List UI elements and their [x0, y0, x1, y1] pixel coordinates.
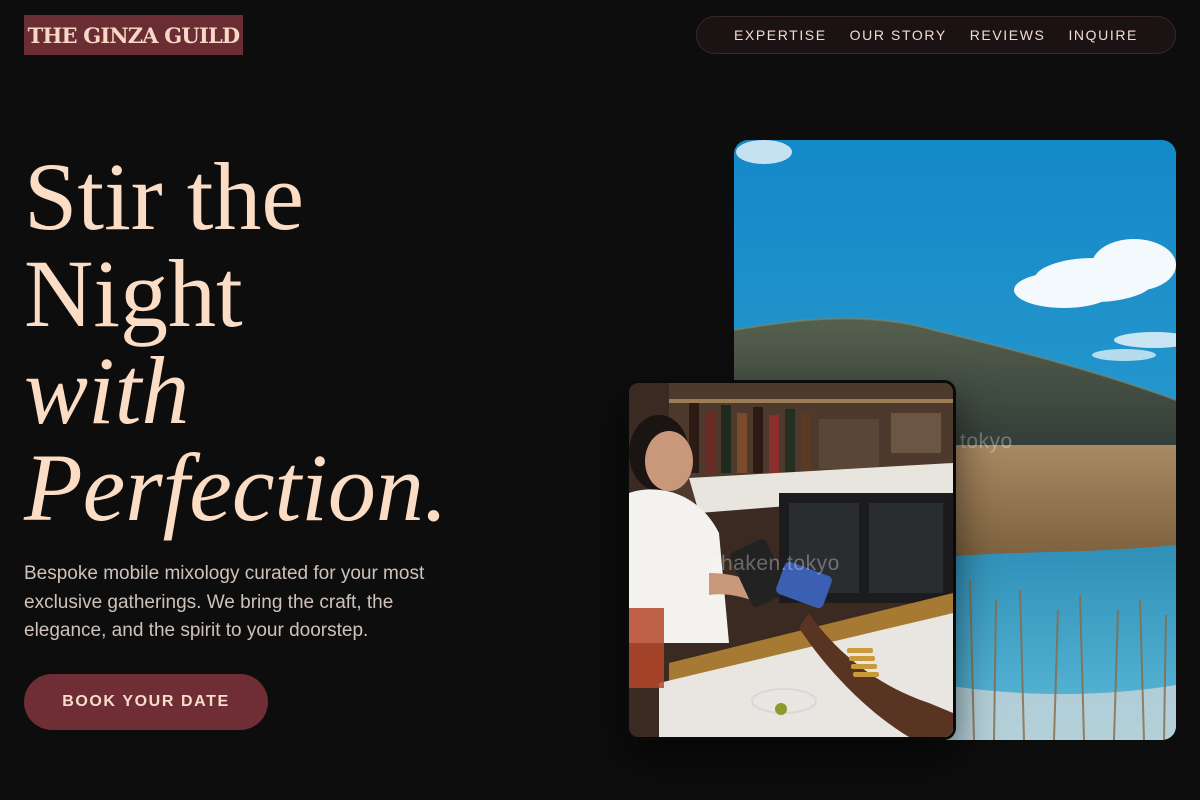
hero-subcopy: Bespoke mobile mixology curated for your… [24, 563, 425, 641]
nav-item-expertise[interactable]: EXPERTISE [734, 27, 827, 43]
headline-line-1: Stir the [24, 143, 304, 250]
book-your-date-button[interactable]: BOOK YOUR DATE [24, 674, 268, 730]
hero-headline: Stir the Night with Perfection. [24, 148, 448, 536]
nav-item-our-story[interactable]: OUR STORY [850, 27, 947, 43]
headline-line-2: Night [24, 240, 243, 347]
bartender-image [626, 380, 956, 740]
top-nav: EXPERTISE OUR STORY REVIEWS INQUIRE [696, 16, 1176, 54]
brand-logo[interactable]: THE GINZA GUILD [24, 15, 243, 55]
nav-item-inquire[interactable]: INQUIRE [1068, 27, 1138, 43]
headline-line-3: with [24, 337, 190, 444]
headline-line-4: Perfection. [24, 434, 448, 541]
nav-item-reviews[interactable]: REVIEWS [970, 27, 1046, 43]
bartender-illustration [629, 383, 953, 737]
page: THE GINZA GUILD EXPERTISE OUR STORY REVI… [0, 0, 1200, 800]
